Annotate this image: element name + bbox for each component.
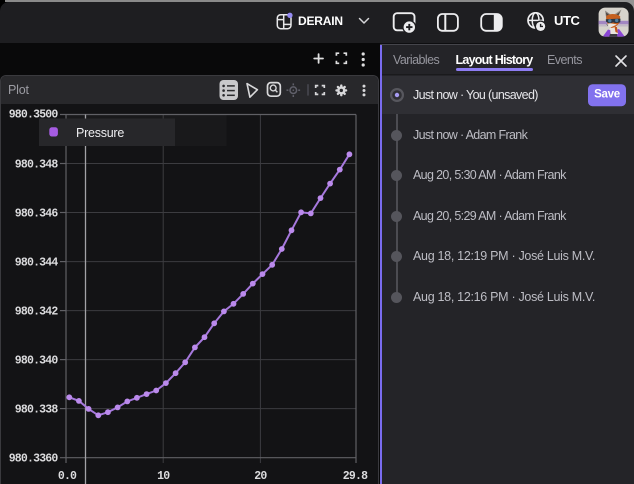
- svg-text:980.3500: 980.3500: [9, 109, 59, 122]
- svg-text:0.0: 0.0: [58, 470, 77, 483]
- svg-text:980.338: 980.338: [15, 404, 59, 417]
- svg-text:10: 10: [157, 470, 170, 483]
- svg-text:29.8: 29.8: [343, 470, 368, 483]
- svg-text:980.348: 980.348: [15, 159, 59, 172]
- svg-text:20: 20: [254, 470, 267, 483]
- svg-text:980.342: 980.342: [15, 306, 59, 319]
- svg-text:980.3360: 980.3360: [9, 453, 59, 466]
- svg-text:Pressure: Pressure: [76, 126, 124, 140]
- svg-text:980.340: 980.340: [15, 355, 59, 368]
- svg-text:980.346: 980.346: [15, 208, 59, 221]
- svg-text:980.344: 980.344: [15, 257, 59, 270]
